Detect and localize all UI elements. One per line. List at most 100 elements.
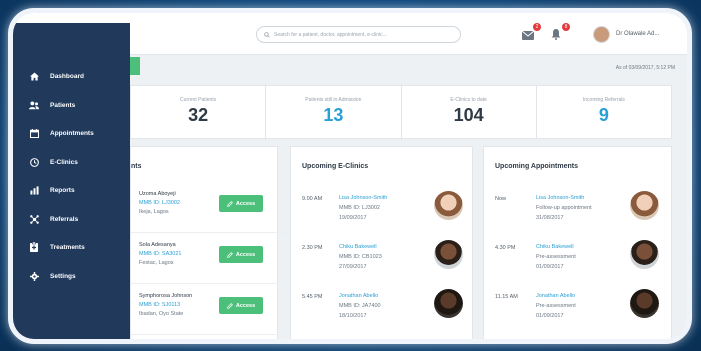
patient-name-link[interactable]: Chiku Bakewell xyxy=(339,244,377,250)
stat-label: Current Patients xyxy=(180,97,217,103)
sidebar-item-patients[interactable]: Patients xyxy=(13,95,130,115)
item-time: Now xyxy=(495,196,507,202)
access-button[interactable]: Access xyxy=(219,297,263,314)
patient-name-link[interactable]: Lisa Johnson-Smith xyxy=(536,195,584,201)
sidebar-item-settings[interactable]: Settings xyxy=(13,266,130,286)
user-menu[interactable]: Dr Olawale Ad... xyxy=(593,23,659,45)
stat-incoming-referrals[interactable]: Incoming Referrals 9 xyxy=(537,86,671,138)
patient-location: Ikeja, Lagos xyxy=(139,209,169,215)
list-item[interactable]: 2.30 PM Chiku Bakewell MMB ID: CB1023 27… xyxy=(291,239,472,283)
search-placeholder: Search for a patient, doctor, appointmen… xyxy=(274,31,387,38)
stats-bar: Current Patients 32 Patients still in Ad… xyxy=(130,85,672,139)
notifications-button[interactable]: 8 xyxy=(551,23,570,40)
search-input[interactable]: Search for a patient, doctor, appointmen… xyxy=(256,26,461,43)
clock-icon xyxy=(29,157,39,167)
avatar xyxy=(434,191,463,220)
item-time: 9.00 AM xyxy=(302,196,323,202)
stat-current-patients[interactable]: Current Patients 32 xyxy=(131,86,267,138)
sidebar-item-label: E-Clinics xyxy=(50,158,78,166)
envelope-icon xyxy=(521,30,535,40)
patient-name-link[interactable]: Lisa Johnson-Smith xyxy=(339,195,387,201)
avatar xyxy=(630,240,659,269)
patient-name-link[interactable]: Chiku Bakewell xyxy=(536,244,574,250)
patient-mmb-id: MMB ID: LJ3002 xyxy=(139,200,180,206)
panel-title: nts xyxy=(131,163,142,170)
sidebar-item-label: Referrals xyxy=(50,215,79,223)
item-detail: Follow-up appointment xyxy=(536,205,592,211)
patients-panel: nts Uzoma Aboyeji MMB ID: LJ3002 Ikeja, … xyxy=(130,146,288,339)
item-detail: MMB ID: JA7400 xyxy=(339,303,381,309)
stat-label: E-Clinics to date xyxy=(450,97,487,103)
list-item[interactable]: 5.45 PM Jonathan Abello MMB ID: JA7400 1… xyxy=(291,288,472,332)
sidebar-item-label: Reports xyxy=(50,186,75,194)
list-item[interactable]: Now Lisa Johnson-Smith Follow-up appoint… xyxy=(484,190,671,234)
sidebar-item-e-clinics[interactable]: E-Clinics xyxy=(13,152,130,172)
user-name: Dr Olawale Ad... xyxy=(616,31,660,37)
patient-location: Ibadan, Oyo State xyxy=(139,311,184,317)
sidebar-item-label: Settings xyxy=(50,272,76,280)
item-time: 2.30 PM xyxy=(302,245,323,251)
item-detail: MMB ID: LJ3002 xyxy=(339,205,380,211)
patient-location: Festac, Lagos xyxy=(139,260,174,266)
clipboard-icon xyxy=(29,242,39,252)
item-detail: Pre-assessment xyxy=(536,303,576,309)
patient-name: Symphorosa Johnson xyxy=(139,293,193,299)
patient-name: Sola Adesanya xyxy=(139,242,176,248)
item-date: 01/09/2017 xyxy=(536,313,564,319)
e-clinics-panel: Upcoming E-Clinics 9.00 AM Lisa Johnson-… xyxy=(290,146,473,339)
panel-title: Upcoming Appointments xyxy=(495,163,578,170)
stat-e-clinics-to-date[interactable]: E-Clinics to date 104 xyxy=(402,86,537,138)
device-frame: Search for a patient, doctor, appointmen… xyxy=(8,8,692,344)
access-label: Access xyxy=(235,251,256,258)
item-date: 19/09/2017 xyxy=(339,215,367,221)
pencil-icon xyxy=(227,302,233,309)
sidebar-item-dashboard[interactable]: Dashboard xyxy=(13,66,130,86)
access-button[interactable]: Access xyxy=(219,195,263,212)
item-detail: Pre-assessment xyxy=(536,254,576,260)
appointments-panel: Upcoming Appointments Now Lisa Johnson-S… xyxy=(483,146,672,339)
messages-badge: 2 xyxy=(533,23,541,31)
home-icon xyxy=(29,71,39,81)
bar-chart-icon xyxy=(29,185,39,195)
list-item[interactable]: 9.00 AM Lisa Johnson-Smith MMB ID: LJ300… xyxy=(291,190,472,234)
item-time: 11.15 AM xyxy=(495,294,518,300)
pencil-icon xyxy=(227,200,233,207)
list-item[interactable]: Uzoma Aboyeji MMB ID: LJ3002 Ikeja, Lago… xyxy=(131,183,288,233)
sidebar-item-label: Treatments xyxy=(50,243,85,251)
stat-label: Patients still in Admission xyxy=(305,97,362,103)
sidebar-item-treatments[interactable]: Treatments xyxy=(13,237,130,257)
network-icon xyxy=(29,214,39,224)
list-item[interactable]: Sola Adesanya MMB ID: SA3021 Festac, Lag… xyxy=(131,234,288,284)
item-time: 5.45 PM xyxy=(302,294,323,300)
avatar xyxy=(630,191,659,220)
users-icon xyxy=(29,100,39,110)
list-item[interactable]: Symphorosa Johnson MMB ID: SJ0113 Ibadan… xyxy=(131,285,288,335)
stat-value: 13 xyxy=(323,105,344,125)
sidebar-item-appointments[interactable]: Appointments xyxy=(13,123,130,143)
patient-mmb-id: MMB ID: SA3021 xyxy=(139,251,182,257)
calendar-icon xyxy=(29,128,39,138)
sidebar-item-reports[interactable]: Reports xyxy=(13,180,130,200)
as-of-timestamp: As of 03/09/2017, 5:12 PM xyxy=(615,65,675,71)
notifications-badge: 8 xyxy=(562,23,570,31)
welcome-banner-edge xyxy=(130,57,140,75)
item-time: 4.30 PM xyxy=(495,245,516,251)
patient-mmb-id: MMB ID: SJ0113 xyxy=(139,302,181,308)
stat-label: Incoming Referrals xyxy=(582,97,625,103)
item-date: 31/08/2017 xyxy=(536,215,564,221)
avatar xyxy=(593,25,610,43)
access-button[interactable]: Access xyxy=(219,246,263,263)
avatar xyxy=(434,240,463,269)
patient-name-link[interactable]: Jonathan Abello xyxy=(339,293,378,299)
access-label: Access xyxy=(235,200,256,207)
messages-button[interactable]: 2 xyxy=(521,23,541,40)
patient-name-link[interactable]: Jonathan Abello xyxy=(536,293,575,299)
item-detail: MMB ID: CB1023 xyxy=(339,254,382,260)
search-icon xyxy=(264,31,270,38)
list-item[interactable]: 11.15 AM Jonathan Abello Pre-assessment … xyxy=(484,288,671,332)
sidebar-item-referrals[interactable]: Referrals xyxy=(13,209,130,229)
item-date: 01/09/2017 xyxy=(536,264,564,270)
bell-icon xyxy=(551,29,561,40)
list-item[interactable]: 4.30 PM Chiku Bakewell Pre-assessment 01… xyxy=(484,239,671,283)
stat-patients-in-admission[interactable]: Patients still in Admission 13 xyxy=(266,86,402,138)
